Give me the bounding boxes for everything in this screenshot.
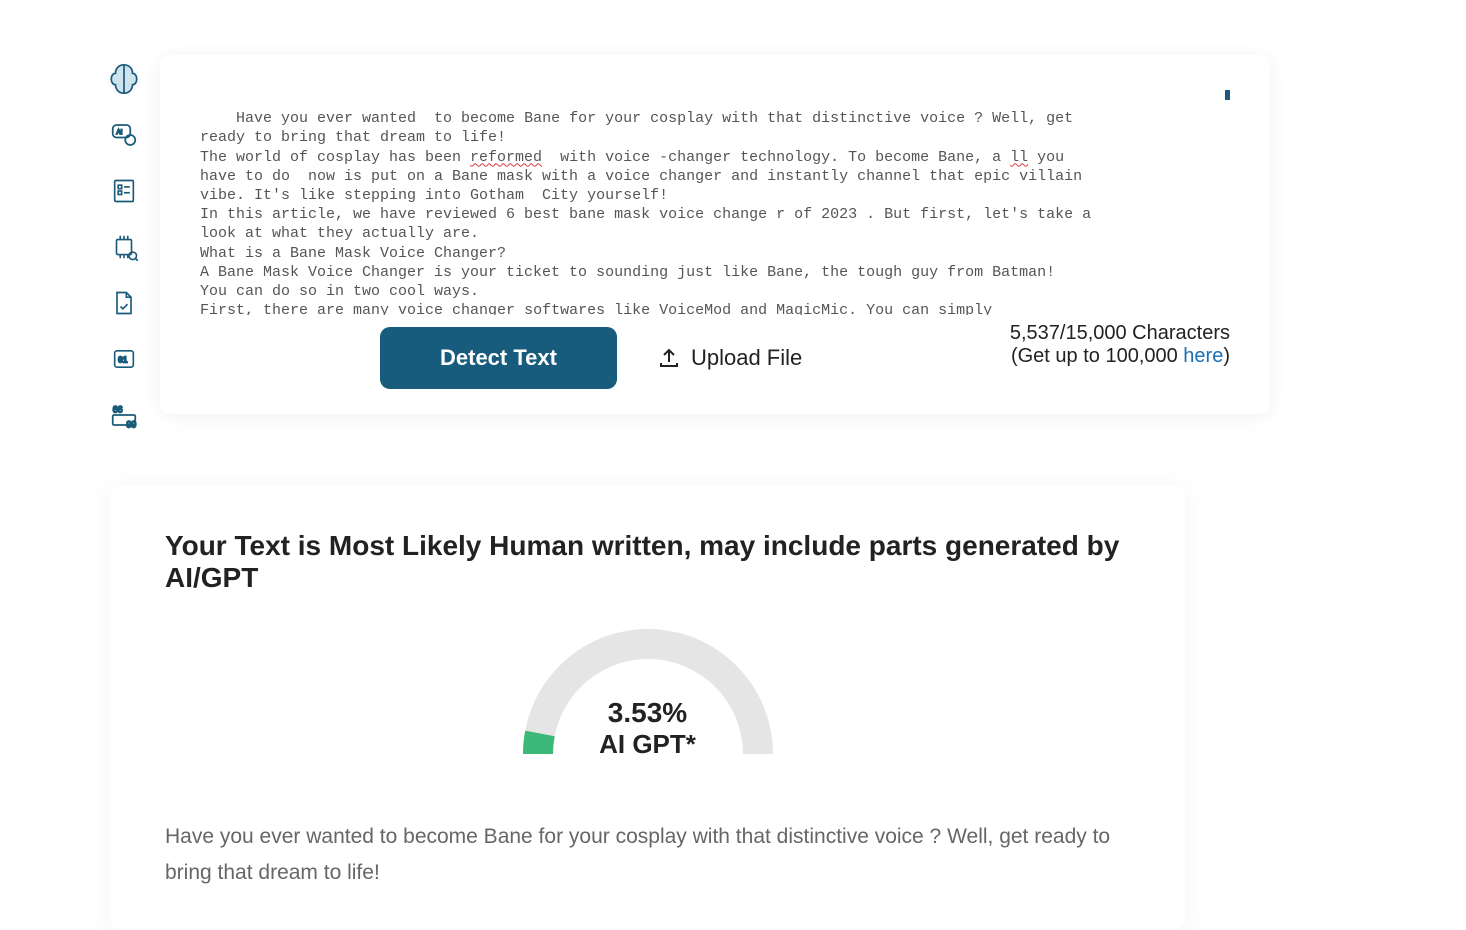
text-line: The world of cosplay has been	[200, 149, 470, 166]
upsell-link[interactable]: here	[1183, 345, 1223, 367]
checklist-icon	[110, 177, 138, 205]
sidebar: AI 01 66 99	[100, 60, 148, 434]
text-line: look at what they actually are.	[200, 225, 479, 242]
sidebar-item-checklist[interactable]	[105, 172, 143, 210]
gauge-container: 3.53% AI GPT*	[165, 629, 1130, 759]
text-cursor	[1225, 90, 1230, 100]
svg-text:01: 01	[118, 356, 128, 365]
text-line: First, there are many voice changer	[200, 302, 524, 315]
text-line: have to do now is put on a Bane mask wit…	[200, 168, 1082, 185]
detect-text-button[interactable]: Detect Text	[380, 327, 617, 389]
gauge-percent: 3.53%	[518, 697, 778, 729]
circuit-icon	[109, 232, 139, 262]
text-line: A Bane Mask Voice Changer is your ticket…	[200, 264, 1055, 281]
ai-percentage-gauge: 3.53% AI GPT*	[518, 629, 778, 759]
svg-text:66: 66	[113, 405, 123, 415]
text-input-area[interactable]: Have you ever wanted to become Bane for …	[200, 90, 1230, 315]
sidebar-item-quote[interactable]: 66 99	[105, 396, 143, 434]
text-line: In this article, we have reviewed 6 best…	[200, 206, 1091, 223]
text-line: You can do so in two cool ways.	[200, 283, 479, 300]
editor-panel: Have you ever wanted to become Bane for …	[160, 55, 1270, 414]
svg-text:99: 99	[127, 420, 137, 430]
doc-check-icon	[110, 289, 138, 317]
sidebar-item-doc-check[interactable]	[105, 284, 143, 322]
spell-error: reformed	[470, 149, 542, 166]
binary-icon: 01	[110, 345, 138, 373]
spell-error: ll	[1010, 149, 1028, 166]
sidebar-item-ai-chat[interactable]: AI	[105, 116, 143, 154]
text-line: vibe. It's like stepping into Gotham Cit…	[200, 187, 668, 204]
spell-error: VoiceMod	[659, 302, 731, 315]
sidebar-item-circuit[interactable]	[105, 228, 143, 266]
result-panel: Your Text is Most Likely Human written, …	[110, 485, 1185, 930]
controls-row: Detect Text Upload File 5,537/15,000 Cha…	[200, 327, 1230, 389]
upload-file-button[interactable]: Upload File	[657, 345, 802, 371]
spell-error: MagicMic	[776, 302, 848, 315]
quote-icon: 66 99	[109, 400, 139, 430]
result-heading: Your Text is Most Likely Human written, …	[165, 530, 1130, 594]
text-line: Have you ever wanted to become Bane for …	[236, 110, 1073, 127]
sidebar-item-brain[interactable]	[105, 60, 143, 98]
char-count-text: 5,537/15,000 Characters	[1010, 322, 1230, 345]
brain-icon	[107, 62, 141, 96]
text-line: What is a Bane Mask Voice Changer?	[200, 245, 506, 262]
ai-chat-icon: AI	[109, 120, 139, 150]
result-body-text: Have you ever wanted to become Bane for …	[165, 819, 1130, 890]
gauge-sublabel: AI GPT*	[518, 729, 778, 760]
spell-error: softwares	[524, 302, 605, 315]
upload-label: Upload File	[691, 345, 802, 371]
upload-icon	[657, 346, 681, 370]
svg-text:AI: AI	[117, 129, 123, 136]
character-counter: 5,537/15,000 Characters (Get up to 100,0…	[1010, 322, 1230, 368]
sidebar-item-binary[interactable]: 01	[105, 340, 143, 378]
text-line: ready to bring that dream to life!	[200, 129, 506, 146]
